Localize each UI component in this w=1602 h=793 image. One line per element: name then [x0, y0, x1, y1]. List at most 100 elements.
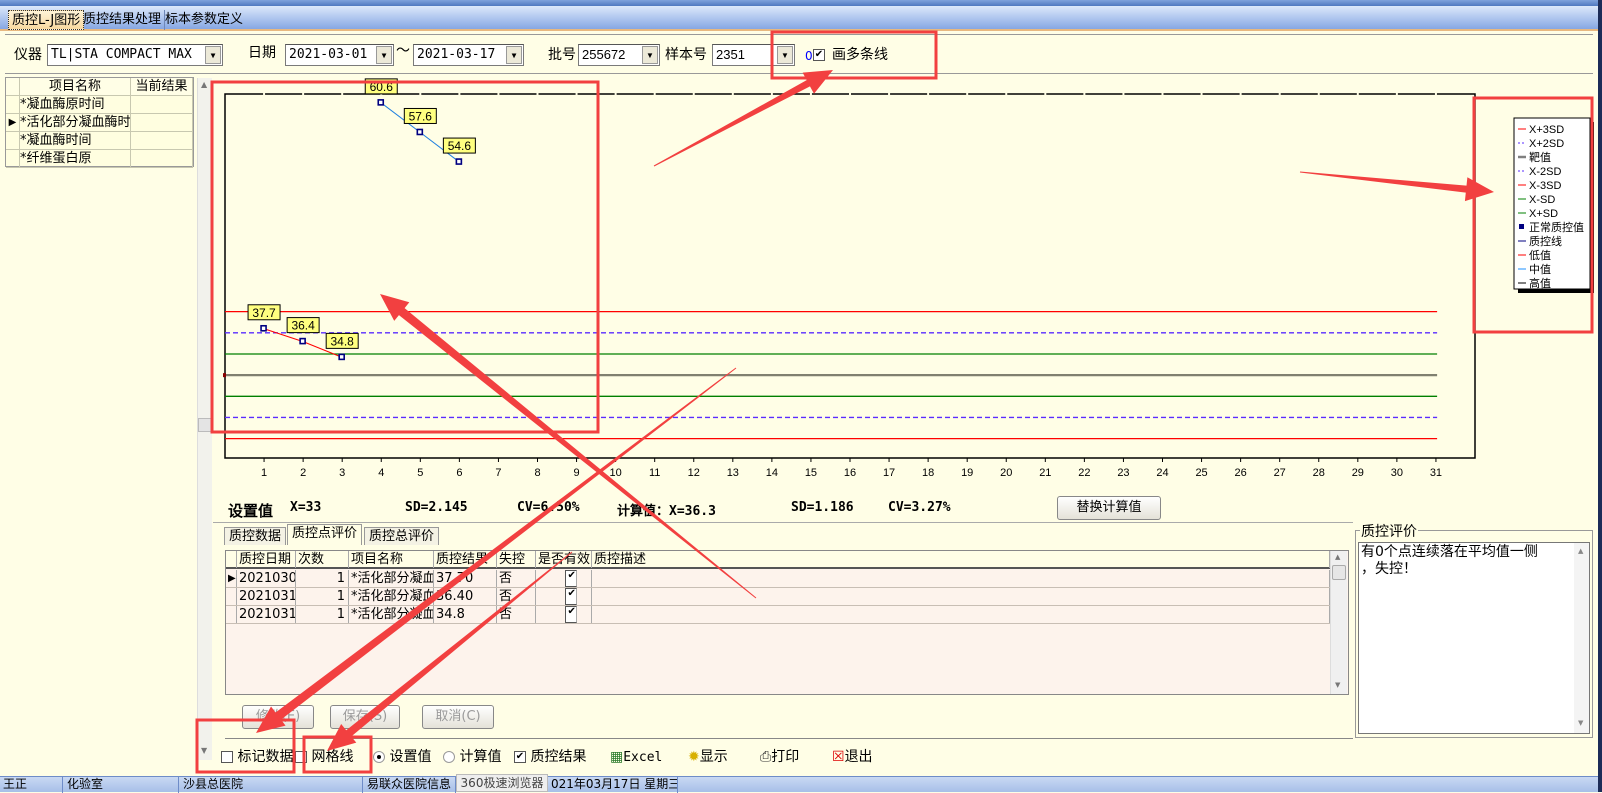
show-button[interactable]: ✹显示	[688, 748, 728, 766]
col-out-of-control[interactable]: 失控	[497, 551, 536, 568]
x-tick-label: 8	[534, 467, 540, 479]
x-tick-label: 22	[1078, 467, 1090, 479]
x-tick-label: 9	[574, 467, 580, 479]
data-point	[455, 158, 463, 165]
edit-button[interactable]: 修改(E)	[242, 705, 314, 729]
legend-label: X-2SD	[1529, 166, 1561, 178]
cell-result: 36.40	[434, 588, 497, 605]
cell-count: 1	[296, 570, 349, 587]
x-tick-label: 1	[261, 467, 267, 479]
x-tick-label: 16	[844, 467, 856, 479]
table-row[interactable]: 202103161*活化部分凝血34.8否 ✔	[226, 606, 1330, 624]
x-tick-label: 4	[378, 467, 384, 479]
plot-frame	[224, 93, 1476, 459]
legend-label: 正常质控值	[1529, 220, 1584, 234]
data-point	[299, 337, 306, 345]
legend-label: 低值	[1529, 249, 1551, 262]
cell-count: 1	[296, 588, 349, 605]
scroll-down-icon[interactable]: ▼	[1578, 719, 1583, 727]
cell-item: *活化部分凝血	[351, 588, 434, 605]
qc-eval-table: 质控日期 次数 项目名称 质控结果 失控 是否有效 质控描述 ▶20210304…	[225, 550, 1349, 695]
table-row[interactable]: ▶202103041*活化部分凝血37.70否 ✔	[226, 570, 1330, 588]
cell-desc	[592, 606, 1330, 623]
x-tick-label: 26	[1235, 467, 1247, 479]
exit-button[interactable]: ☒退出	[832, 748, 873, 766]
scroll-down-icon[interactable]: ▼	[1335, 681, 1340, 689]
set-value-radio[interactable]	[373, 751, 385, 763]
data-point	[416, 128, 424, 136]
cell-valid[interactable]: ✔	[536, 588, 592, 605]
x-tick-label: 23	[1117, 467, 1129, 479]
divider	[213, 522, 1353, 523]
set-value-option[interactable]: 设置值	[373, 748, 431, 766]
x-tick-label: 18	[922, 467, 934, 479]
col-result[interactable]: 质控结果	[434, 551, 497, 568]
mark-data-label: 标记数据	[237, 749, 294, 765]
legend-label: 靶值	[1529, 151, 1551, 164]
data-label: 54.6	[448, 139, 472, 153]
col-date[interactable]: 质控日期	[237, 551, 296, 568]
grid-lines-option[interactable]: 网格线	[295, 748, 353, 766]
table-header: 质控日期 次数 项目名称 质控结果 失控 是否有效 质控描述	[226, 551, 1330, 569]
x-tick-label: 10	[610, 467, 622, 479]
x-tick-label: 2	[300, 467, 306, 479]
print-button[interactable]: ⎙打印	[760, 748, 799, 766]
table-row[interactable]: 202103111*活化部分凝血36.40否 ✔	[226, 588, 1330, 606]
cancel-button[interactable]: 取消(C)	[422, 705, 494, 729]
excel-button[interactable]: ▦Excel	[610, 748, 662, 767]
scroll-up-icon[interactable]: ▲	[1578, 547, 1583, 555]
cell-valid[interactable]: ✔	[536, 606, 592, 623]
x-tick-label: 17	[883, 467, 895, 479]
save-button[interactable]: 保存(S)	[330, 705, 400, 729]
scroll-down-icon[interactable]: ▼	[201, 746, 207, 755]
evaluation-textbox[interactable]: 有0个点连续落在平均值一侧 ，失控！	[1358, 542, 1590, 734]
data-point	[338, 353, 345, 361]
calc-value-option[interactable]: 计算值	[443, 748, 501, 766]
cell-valid[interactable]: ✔	[536, 570, 592, 587]
mark-data-option[interactable]: 标记数据	[221, 748, 293, 766]
x-tick-label: 12	[688, 467, 700, 479]
data-point	[377, 99, 385, 106]
status-empty	[679, 777, 1602, 793]
replace-calc-button[interactable]: 替换计算值	[1057, 496, 1161, 520]
col-valid[interactable]: 是否有效	[536, 551, 592, 568]
data-label: 60.6	[370, 80, 394, 94]
scroll-up-icon[interactable]: ▲	[1335, 553, 1340, 561]
col-item[interactable]: 项目名称	[349, 551, 434, 568]
qc-result-checkbox[interactable]: ✔	[514, 751, 526, 763]
grid-lines-checkbox[interactable]	[295, 751, 307, 763]
cell-desc	[592, 570, 1330, 587]
x-tick-label: 5	[417, 467, 423, 479]
status-dept: 化验室	[64, 777, 179, 793]
tab-qc-total-eval[interactable]: 质控总评价	[364, 527, 440, 545]
mark-data-checkbox[interactable]	[221, 751, 233, 763]
excel-icon: ▦	[610, 749, 624, 765]
cell-desc	[592, 588, 1330, 605]
col-count[interactable]: 次数	[296, 551, 349, 568]
x-tick-label: 25	[1195, 467, 1207, 479]
calc-sd: SD=1.186	[791, 500, 854, 515]
x-tick-label: 20	[1000, 467, 1012, 479]
valid-checkbox[interactable]: ✔	[564, 570, 577, 587]
data-label: 36.4	[291, 319, 315, 333]
evaluation-scrollbar[interactable]: ▲ ▼	[1574, 543, 1589, 733]
qc-result-option[interactable]: ✔ 质控结果	[514, 748, 586, 766]
data-label: 57.6	[409, 109, 433, 123]
col-desc[interactable]: 质控描述	[592, 551, 1330, 568]
status-bar: 王正 化验室 沙县总医院 易联众医院信息 021年03月17日 星期三	[0, 776, 1602, 793]
calc-value-radio[interactable]	[443, 751, 455, 763]
tab-qc-data[interactable]: 质控数据	[224, 527, 287, 545]
x-tick-label: 27	[1274, 467, 1286, 479]
set-cv: CV=6.50%	[517, 500, 580, 515]
status-hospital: 沙县总医院	[180, 777, 363, 793]
scroll-thumb[interactable]	[1332, 565, 1346, 580]
tab-qc-point-eval[interactable]: 质控点评价	[287, 524, 363, 545]
table-scrollbar[interactable]: ▲ ▼	[1330, 551, 1347, 694]
data-label: 37.7	[252, 306, 276, 320]
valid-checkbox[interactable]: ✔	[564, 606, 577, 623]
set-value-option-label: 设置值	[389, 749, 432, 765]
valid-checkbox[interactable]: ✔	[564, 588, 577, 605]
sun-icon: ✹	[688, 749, 700, 765]
set-value-label: 设置值	[228, 502, 274, 520]
legend-label: X+3SD	[1529, 124, 1564, 136]
